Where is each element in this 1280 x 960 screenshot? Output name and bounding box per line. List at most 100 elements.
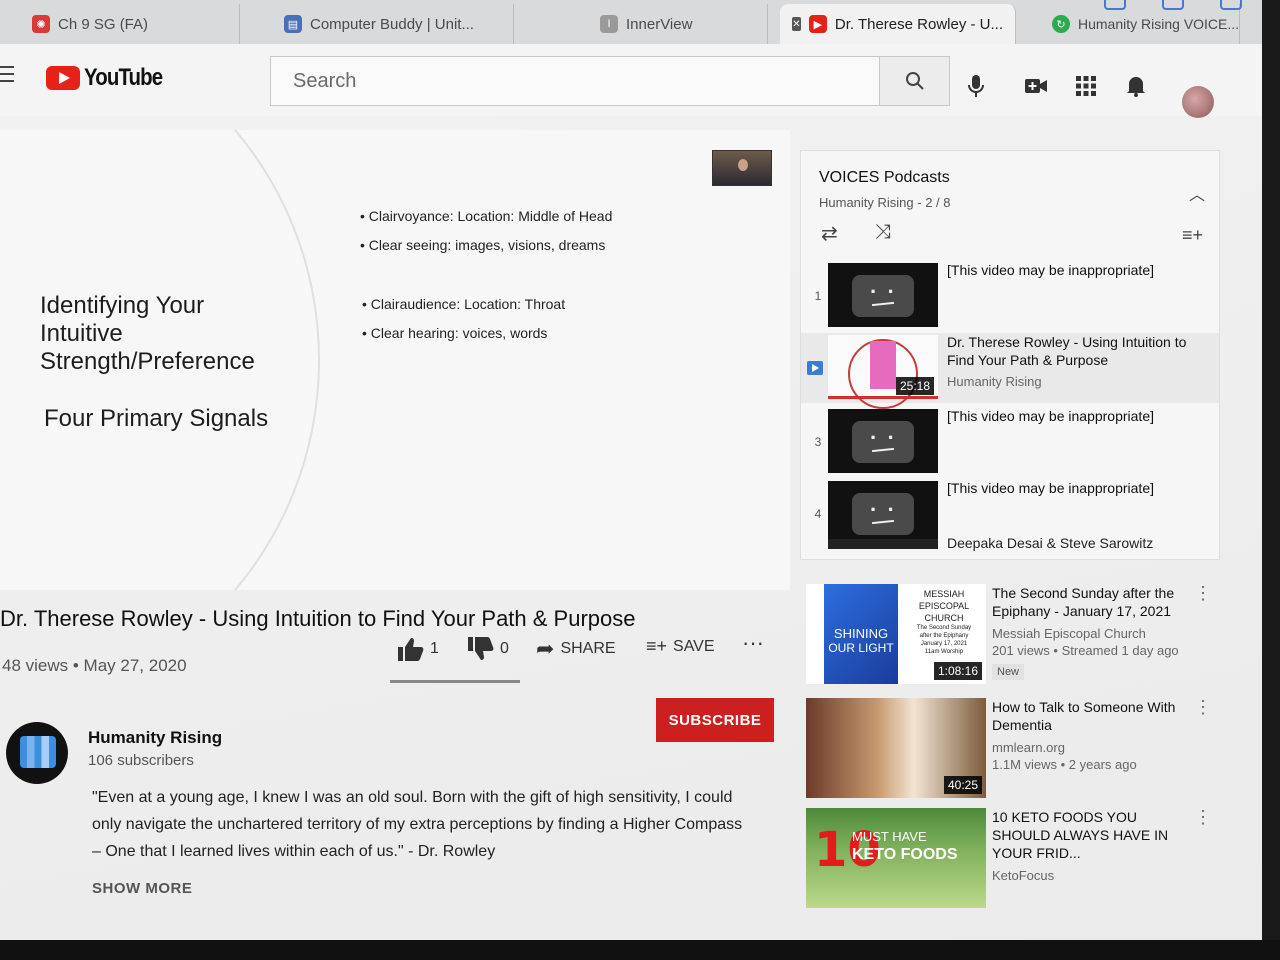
create-video-icon[interactable] xyxy=(1024,74,1048,98)
slide-bullets-group-2: Clairaudience: Location: Throat Clear he… xyxy=(362,290,565,348)
youtube-icon: ▶ xyxy=(808,15,827,33)
window-icon[interactable] xyxy=(1104,0,1126,10)
channel-name[interactable]: Humanity Rising xyxy=(88,728,222,748)
suggested-video[interactable]: SHINING OUR LIGHT MESSIAH EPISCOPAL CHUR… xyxy=(806,584,1226,694)
chevron-up-icon[interactable]: ︿ xyxy=(1189,181,1205,205)
playlist-item-title: [This video may be inappropriate] xyxy=(947,480,1154,496)
slide-bullet: Clairaudience: Location: Throat xyxy=(362,290,565,319)
dislike-count: 0 xyxy=(500,640,509,657)
like-button[interactable]: 1 xyxy=(396,636,439,662)
suggested-stats: 1.1M views • 2 years ago xyxy=(992,757,1137,772)
playlist-item[interactable]: 3 [This video may be inappropriate] xyxy=(801,407,1219,477)
thumbnail-text: January 17, 2021 xyxy=(920,641,968,647)
share-button[interactable]: ➦ SHARE xyxy=(536,636,616,662)
description-line: – One that I learned lives within each o… xyxy=(92,843,496,860)
thumbnail-text: OUR LIGHT xyxy=(828,641,894,655)
thumbnail-church-text: MESSIAH EPISCOPAL CHURCH The Second Sund… xyxy=(914,588,974,656)
show-more-button[interactable]: SHOW MORE xyxy=(92,880,192,897)
watch-progress-bar xyxy=(828,396,938,399)
tab-innerview[interactable]: I InnerView xyxy=(588,4,768,44)
tab-therese-rowley[interactable]: ✕ ▶ Dr. Therese Rowley - U... xyxy=(780,4,1016,44)
search-icon xyxy=(905,72,924,90)
suggested-title: How to Talk to Someone With Dementia xyxy=(992,699,1176,733)
close-icon[interactable]: ✕ xyxy=(792,17,801,31)
search-input[interactable] xyxy=(271,57,879,105)
suggested-channel: KetoFocus xyxy=(992,868,1055,883)
thumbnail-card xyxy=(870,341,896,389)
browser-tab-strip: ✺ Ch 9 SG (FA) ▤ Computer Buddy | Unit..… xyxy=(0,0,1262,44)
playlist-item-partial-title[interactable]: Deepaka Desai & Steve Sarowitz xyxy=(947,535,1153,551)
refresh-icon: ↻ xyxy=(1052,15,1070,33)
suggested-video[interactable]: 10 MUST HAVE KETO FOODS 10 KETO FOODS YO… xyxy=(806,808,1226,918)
dislike-button[interactable]: 0 xyxy=(466,636,509,662)
duration-badge: 1:08:16 xyxy=(933,662,982,680)
channel-avatar[interactable] xyxy=(6,722,68,784)
thumbnail-text: after the Epiphany xyxy=(919,633,969,639)
page-icon: I xyxy=(600,15,618,33)
thumbnail-text: MUST HAVE KETO FOODS xyxy=(852,828,958,864)
sad-face-icon xyxy=(852,275,914,317)
save-playlist-icon[interactable]: ≡+ xyxy=(1182,225,1203,246)
add-to-playlist-icon: ≡+ xyxy=(646,636,668,656)
duration-badge: 25:18 xyxy=(895,377,934,395)
suggested-thumbnail: 10 MUST HAVE KETO FOODS xyxy=(806,808,986,908)
slide-bullet: Clear hearing: voices, words xyxy=(362,319,565,348)
youtube-logo[interactable]: YouTube xyxy=(46,64,176,92)
thumbnail-text: MUST HAVE xyxy=(852,829,927,844)
playlist-item-title: [This video may be inappropriate] xyxy=(947,408,1154,424)
now-playing-icon xyxy=(807,361,823,375)
suggested-channel: mmlearn.org xyxy=(992,740,1065,755)
monitor-bezel xyxy=(0,940,1280,960)
tab-label: Ch 9 SG (FA) xyxy=(58,15,149,33)
playlist-item[interactable]: 1 [This video may be inappropriate] xyxy=(801,261,1219,331)
video-views-date: 48 views • May 27, 2020 xyxy=(2,656,187,675)
playlist-title[interactable]: VOICES Podcasts xyxy=(819,169,950,187)
playlist-item-current[interactable]: 25:18 Dr. Therese Rowley - Using Intuiti… xyxy=(801,333,1219,409)
slide-bullet: Clairvoyance: Location: Middle of Head xyxy=(360,202,613,231)
more-actions-icon[interactable]: ··· xyxy=(742,630,764,656)
slide-title: Identifying Your Intuitive Strength/Pref… xyxy=(40,292,255,375)
shuffle-icon[interactable]: ⤨ xyxy=(875,221,891,244)
thumbs-down-icon xyxy=(468,637,494,660)
thumbnail-text: SHINING xyxy=(833,626,889,641)
slide-bullet: Clear seeing: images, visions, dreams xyxy=(360,231,612,260)
notifications-bell-icon[interactable] xyxy=(1124,74,1148,98)
tab-computer-buddy[interactable]: ▤ Computer Buddy | Unit... xyxy=(272,4,514,44)
share-label: SHARE xyxy=(560,640,616,657)
video-player[interactable]: Clairvoyance: Location: Middle of Head C… xyxy=(0,130,790,590)
more-options-icon[interactable]: ⋮ xyxy=(1194,808,1212,826)
loop-icon[interactable]: ⇄ xyxy=(821,221,838,246)
more-options-icon[interactable]: ⋮ xyxy=(1194,584,1212,602)
search-button[interactable] xyxy=(880,56,950,106)
suggested-video[interactable]: 40:25 How to Talk to Someone With Dement… xyxy=(806,698,1226,808)
playlist-thumbnail: 25:18 xyxy=(828,335,938,409)
thumbnail-text: The Second Sunday xyxy=(916,625,972,631)
playlist-item-index: 3 xyxy=(814,435,822,449)
like-dislike-ratio-bar xyxy=(390,680,520,683)
thumbnail-text: EPISCOPAL xyxy=(918,601,970,611)
tab-ch9[interactable]: ✺ Ch 9 SG (FA) xyxy=(20,4,240,44)
suggested-title: 10 KETO FOODS YOU SHOULD ALWAYS HAVE IN … xyxy=(992,809,1169,861)
playlist-item-index: 4 xyxy=(814,507,822,521)
suggested-channel: Messiah Episcopal Church xyxy=(992,626,1146,641)
youtube-wordmark: YouTube xyxy=(84,64,163,91)
new-tab-icon[interactable] xyxy=(1162,0,1184,10)
unavailable-thumbnail xyxy=(828,263,938,327)
video-title: Dr. Therese Rowley - Using Intuition to … xyxy=(0,606,636,631)
tab-humanity-rising[interactable]: ↻ Humanity Rising VOICE... xyxy=(1040,4,1240,44)
channel-subscribers: 106 subscribers xyxy=(88,752,194,769)
microphone-icon[interactable] xyxy=(964,74,988,98)
more-options-icon[interactable]: ⋮ xyxy=(1194,698,1212,716)
menu-icon[interactable] xyxy=(0,66,14,87)
playlist-item-title: [This video may be inappropriate] xyxy=(947,262,1154,278)
thumbnail-text: MESSIAH xyxy=(923,589,965,599)
suggested-thumbnail: SHINING OUR LIGHT MESSIAH EPISCOPAL CHUR… xyxy=(806,584,986,684)
apps-grid-icon[interactable] xyxy=(1074,74,1098,98)
youtube-masthead: YouTube xyxy=(0,44,1262,118)
subscribe-button[interactable]: SUBSCRIBE xyxy=(656,698,774,742)
playlist-subtitle[interactable]: Humanity Rising - 2 / 8 xyxy=(819,195,951,210)
save-button[interactable]: ≡+ SAVE xyxy=(646,636,715,657)
thumbs-up-icon xyxy=(398,638,424,661)
account-avatar[interactable] xyxy=(1182,86,1214,118)
tabs-icon[interactable] xyxy=(1220,0,1242,10)
